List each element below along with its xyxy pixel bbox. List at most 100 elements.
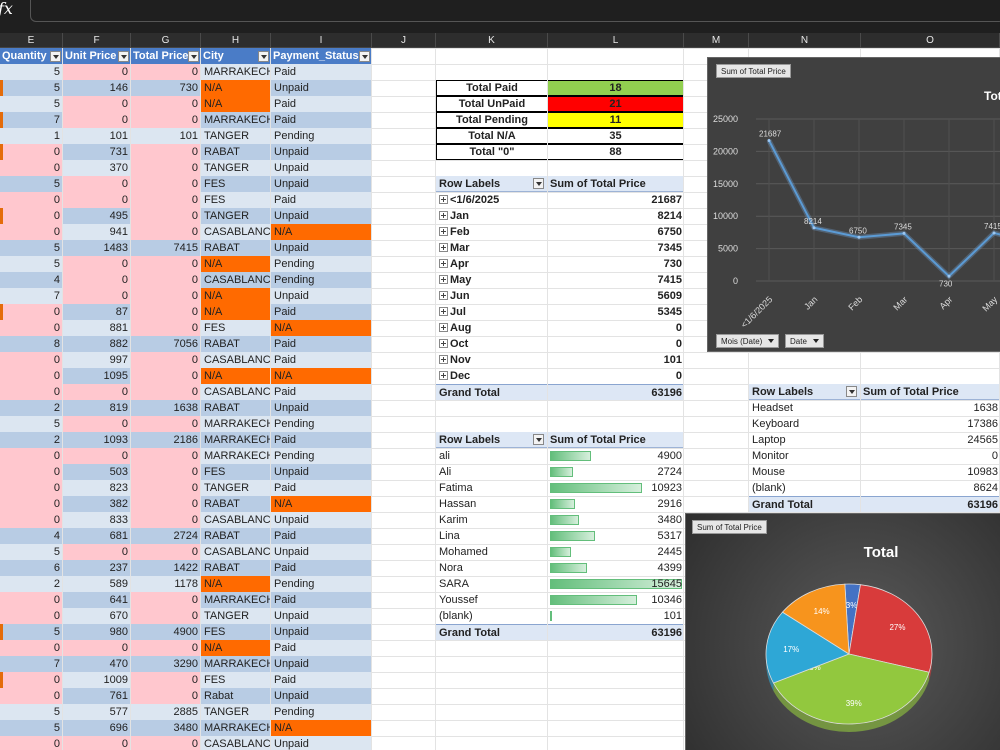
line-point[interactable] [767, 138, 771, 142]
table-cell-unit-price[interactable]: 980 [63, 624, 131, 640]
table-cell-quantity[interactable]: 5 [0, 544, 63, 560]
table-cell-city[interactable]: FES [201, 176, 271, 192]
table-cell-payment-status[interactable]: Unpaid [271, 464, 372, 480]
table-cell-payment-status[interactable]: Paid [271, 304, 372, 320]
table-header-cell[interactable]: Quantity [0, 48, 63, 64]
table-cell-city[interactable]: CASABLANCA [201, 272, 271, 288]
table-cell-city[interactable]: MARRAKECH [201, 656, 271, 672]
table-cell-payment-status[interactable]: Unpaid [271, 208, 372, 224]
table-cell-total-price[interactable]: 0 [131, 448, 201, 464]
table-cell-quantity[interactable]: 7 [0, 112, 63, 128]
pivot-row[interactable]: Headset 1638 [749, 400, 1000, 416]
table-cell-total-price[interactable]: 0 [131, 672, 201, 688]
table-cell-total-price[interactable]: 0 [131, 480, 201, 496]
table-cell-payment-status[interactable]: Unpaid [271, 544, 372, 560]
table-cell-unit-price[interactable]: 237 [63, 560, 131, 576]
table-cell-total-price[interactable]: 0 [131, 64, 201, 80]
table-cell-total-price[interactable]: 0 [131, 512, 201, 528]
table-cell-unit-price[interactable]: 1093 [63, 432, 131, 448]
table-cell-payment-status[interactable]: Paid [271, 640, 372, 656]
table-cell-quantity[interactable]: 2 [0, 432, 63, 448]
table-cell-city[interactable]: FES [201, 624, 271, 640]
table-cell-city[interactable]: CASABLANCA [201, 736, 271, 750]
table-cell-total-price[interactable]: 0 [131, 544, 201, 560]
summary-value[interactable]: 18 [547, 80, 684, 96]
table-cell-unit-price[interactable]: 101 [63, 128, 131, 144]
pivot-row[interactable]: Mar 7345 [436, 240, 684, 256]
table-cell-payment-status[interactable]: Pending [271, 704, 372, 720]
table-cell-total-price[interactable]: 0 [131, 224, 201, 240]
table-cell-quantity[interactable]: 4 [0, 528, 63, 544]
table-cell-city[interactable]: MARRAKECH [201, 432, 271, 448]
expand-plus-icon[interactable] [439, 371, 448, 380]
date-filter-button[interactable]: Date [785, 334, 824, 348]
table-cell-unit-price[interactable]: 370 [63, 160, 131, 176]
filter-dropdown-icon[interactable] [118, 51, 129, 62]
table-cell-quantity[interactable]: 0 [0, 384, 63, 400]
table-cell-quantity[interactable]: 6 [0, 560, 63, 576]
table-cell-city[interactable]: MARRAKECH [201, 448, 271, 464]
summary-label[interactable]: Total N/A [436, 128, 548, 144]
table-cell-unit-price[interactable]: 833 [63, 512, 131, 528]
summary-label[interactable]: Total Paid [436, 80, 548, 96]
table-cell-unit-price[interactable]: 882 [63, 336, 131, 352]
table-cell-unit-price[interactable]: 0 [63, 544, 131, 560]
table-cell-city[interactable]: CASABLANCA [201, 544, 271, 560]
expand-plus-icon[interactable] [439, 211, 448, 220]
table-cell-quantity[interactable]: 5 [0, 416, 63, 432]
table-cell-quantity[interactable]: 0 [0, 496, 63, 512]
table-cell-unit-price[interactable]: 0 [63, 176, 131, 192]
table-cell-city[interactable]: TANGER [201, 480, 271, 496]
table-cell-unit-price[interactable]: 761 [63, 688, 131, 704]
expand-plus-icon[interactable] [439, 195, 448, 204]
summary-label[interactable]: Total UnPaid [436, 96, 548, 112]
table-cell-city[interactable]: CASABLANCA [201, 352, 271, 368]
table-cell-payment-status[interactable]: Unpaid [271, 608, 372, 624]
table-cell-total-price[interactable]: 0 [131, 208, 201, 224]
table-cell-unit-price[interactable]: 589 [63, 576, 131, 592]
table-cell-total-price[interactable]: 0 [131, 320, 201, 336]
table-cell-city[interactable]: TANGER [201, 608, 271, 624]
line-series[interactable] [768, 140, 1000, 278]
expand-plus-icon[interactable] [439, 275, 448, 284]
table-cell-quantity[interactable]: 0 [0, 736, 63, 750]
table-cell-quantity[interactable]: 2 [0, 400, 63, 416]
table-cell-total-price[interactable]: 0 [131, 304, 201, 320]
table-cell-unit-price[interactable]: 0 [63, 288, 131, 304]
table-cell-payment-status[interactable]: Paid [271, 528, 372, 544]
pivot-row[interactable]: SARA 15645 [436, 576, 684, 592]
table-cell-city[interactable]: FES [201, 320, 271, 336]
table-cell-quantity[interactable]: 7 [0, 656, 63, 672]
table-cell-city[interactable]: FES [201, 192, 271, 208]
table-cell-quantity[interactable]: 0 [0, 160, 63, 176]
pivot-row[interactable]: Fatima 10923 [436, 480, 684, 496]
table-cell-city[interactable]: RABAT [201, 144, 271, 160]
table-cell-unit-price[interactable]: 503 [63, 464, 131, 480]
expand-plus-icon[interactable] [439, 259, 448, 268]
table-cell-total-price[interactable]: 3290 [131, 656, 201, 672]
pivot-row[interactable]: May 7415 [436, 272, 684, 288]
table-cell-total-price[interactable]: 0 [131, 416, 201, 432]
table-cell-quantity[interactable]: 0 [0, 480, 63, 496]
pivot-header-row[interactable]: Row Labels Sum of Total Price [436, 432, 684, 448]
table-cell-quantity[interactable]: 0 [0, 512, 63, 528]
pivot-header-row[interactable]: Row Labels Sum of Total Price [749, 384, 1000, 400]
pivot-row[interactable]: Aug 0 [436, 320, 684, 336]
table-cell-city[interactable]: RABAT [201, 496, 271, 512]
filter-dropdown-icon[interactable] [188, 51, 199, 62]
table-cell-quantity[interactable]: 5 [0, 64, 63, 80]
expand-plus-icon[interactable] [439, 291, 448, 300]
table-cell-payment-status[interactable]: Paid [271, 112, 372, 128]
table-cell-payment-status[interactable]: Paid [271, 96, 372, 112]
table-cell-payment-status[interactable]: N/A [271, 496, 372, 512]
table-cell-total-price[interactable]: 0 [131, 144, 201, 160]
table-cell-payment-status[interactable]: Pending [271, 448, 372, 464]
table-cell-payment-status[interactable]: Paid [271, 192, 372, 208]
pivot-grand-total-row[interactable]: Grand Total 63196 [436, 384, 684, 400]
table-cell-quantity[interactable]: 5 [0, 624, 63, 640]
table-cell-payment-status[interactable]: Unpaid [271, 688, 372, 704]
table-cell-quantity[interactable]: 5 [0, 240, 63, 256]
pivot-row[interactable]: Mohamed 2445 [436, 544, 684, 560]
table-cell-total-price[interactable]: 0 [131, 176, 201, 192]
table-cell-payment-status[interactable]: Pending [271, 256, 372, 272]
